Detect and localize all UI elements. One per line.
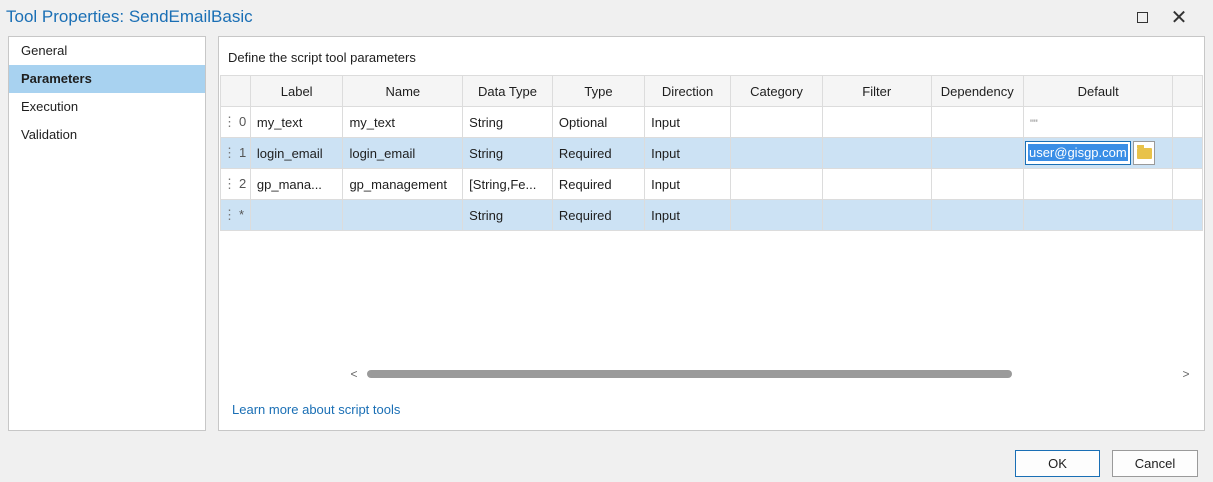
cell-filter[interactable] (821, 199, 932, 231)
browse-button[interactable] (1132, 141, 1155, 165)
row-index: * (239, 207, 245, 222)
cell-label[interactable]: gp_mana... (249, 168, 344, 200)
scrollbar-thumb[interactable] (367, 370, 1012, 378)
column-header-label[interactable]: Label (249, 75, 344, 107)
cell-data-type[interactable]: String (462, 199, 553, 231)
cell-type[interactable]: Required (551, 199, 646, 231)
cell-dependency[interactable] (930, 168, 1024, 200)
sidebar-item-label: Validation (21, 127, 78, 142)
cell-extra (1172, 137, 1203, 169)
cell-name[interactable]: my_text (342, 106, 464, 138)
cell-extra (1172, 106, 1203, 138)
sidebar-item-general[interactable]: General (9, 37, 205, 65)
row-index: 0 (239, 114, 247, 129)
learn-more-link[interactable]: Learn more about script tools (232, 402, 400, 417)
cell-type[interactable]: Required (551, 168, 646, 200)
close-icon: ✕ (1170, 6, 1188, 29)
cell-type[interactable]: Optional (551, 106, 646, 138)
maximize-button[interactable] (1128, 5, 1156, 29)
parameters-grid: Label Name Data Type Type Direction Cate… (220, 75, 1203, 386)
column-header-type[interactable]: Type (551, 75, 646, 107)
sidebar-item-execution[interactable]: Execution (9, 93, 205, 121)
cell-direction[interactable]: Input (644, 168, 732, 200)
table-row-new[interactable]: ⋮ * String Required Input (220, 199, 1203, 231)
default-value: "" (1029, 117, 1038, 130)
row-handle[interactable]: ⋮ * (220, 199, 251, 231)
scroll-right-icon[interactable]: > (1179, 365, 1193, 383)
cell-default[interactable]: user@gisgp.com (1022, 137, 1174, 169)
cell-filter[interactable] (821, 168, 932, 200)
column-header-default[interactable]: Default (1022, 75, 1174, 107)
cell-direction[interactable]: Input (644, 137, 732, 169)
cell-extra (1172, 168, 1203, 200)
cell-data-type[interactable]: String (462, 106, 553, 138)
cell-default[interactable] (1022, 168, 1174, 200)
cell-default[interactable] (1022, 199, 1174, 231)
cell-label[interactable]: my_text (249, 106, 344, 138)
row-index: 2 (239, 176, 247, 191)
cell-filter[interactable] (821, 106, 932, 138)
cancel-button[interactable]: Cancel (1112, 450, 1198, 477)
column-header-handle (220, 75, 251, 107)
close-button[interactable]: ✕ (1165, 5, 1193, 29)
drag-handle-icon[interactable]: ⋮ (223, 114, 236, 130)
default-value-text: user@gisgp.com (1027, 144, 1128, 161)
drag-handle-icon[interactable]: ⋮ (223, 176, 236, 192)
row-handle[interactable]: ⋮ 2 (220, 168, 251, 200)
column-header-filter[interactable]: Filter (821, 75, 932, 107)
scroll-left-icon[interactable]: < (347, 365, 361, 383)
cell-type[interactable]: Required (551, 137, 646, 169)
column-header-data-type[interactable]: Data Type (462, 75, 553, 107)
title-bar: Tool Properties: SendEmailBasic ✕ (0, 0, 1213, 34)
cell-name[interactable]: login_email (342, 137, 464, 169)
row-index: 1 (239, 145, 247, 160)
horizontal-scrollbar[interactable]: < > (347, 365, 1193, 383)
column-header-category[interactable]: Category (730, 75, 823, 107)
cell-default[interactable]: "" (1022, 106, 1174, 138)
sidebar-item-label: Execution (21, 99, 79, 114)
cell-category[interactable] (730, 106, 823, 138)
column-header-extra (1172, 75, 1203, 107)
table-row[interactable]: ⋮ 0 my_text my_text String Optional Input… (220, 106, 1203, 138)
cell-category[interactable] (730, 199, 823, 231)
drag-handle-icon[interactable]: ⋮ (223, 145, 236, 161)
cell-label[interactable]: login_email (249, 137, 344, 169)
maximize-icon (1136, 11, 1148, 23)
default-value-input[interactable]: user@gisgp.com (1024, 141, 1131, 165)
sidebar-item-parameters[interactable]: Parameters (9, 65, 205, 93)
drag-handle-icon[interactable]: ⋮ (223, 207, 236, 223)
table-header-row: Label Name Data Type Type Direction Cate… (220, 75, 1203, 107)
cell-data-type[interactable]: [String,Fe... (462, 168, 553, 200)
panel-heading: Define the script tool parameters (228, 50, 416, 65)
column-header-name[interactable]: Name (342, 75, 464, 107)
column-header-direction[interactable]: Direction (644, 75, 732, 107)
cell-category[interactable] (730, 168, 823, 200)
cell-filter[interactable] (821, 137, 932, 169)
cell-dependency[interactable] (930, 137, 1024, 169)
cell-dependency[interactable] (930, 106, 1024, 138)
window-title: Tool Properties: SendEmailBasic (6, 7, 253, 26)
cell-label[interactable] (249, 199, 344, 231)
parameters-panel: Define the script tool parameters Label (218, 36, 1205, 431)
parameters-table: Label Name Data Type Type Direction Cate… (220, 75, 1203, 231)
sidebar: General Parameters Execution Validation (8, 36, 206, 431)
cell-name[interactable] (342, 199, 464, 231)
cell-category[interactable] (730, 137, 823, 169)
ok-button[interactable]: OK (1015, 450, 1100, 477)
row-handle[interactable]: ⋮ 1 (220, 137, 251, 169)
cell-data-type[interactable]: String (462, 137, 553, 169)
column-header-dependency[interactable]: Dependency (930, 75, 1024, 107)
cell-extra (1172, 199, 1203, 231)
cell-dependency[interactable] (930, 199, 1024, 231)
row-handle[interactable]: ⋮ 0 (220, 106, 251, 138)
table-row[interactable]: ⋮ 2 gp_mana... gp_management [String,Fe..… (220, 168, 1203, 200)
cell-direction[interactable]: Input (644, 199, 732, 231)
cell-direction[interactable]: Input (644, 106, 732, 138)
sidebar-item-label: Parameters (21, 71, 92, 86)
sidebar-item-label: General (21, 43, 68, 58)
folder-icon (1136, 145, 1152, 159)
sidebar-item-validation[interactable]: Validation (9, 121, 205, 149)
table-row-selected[interactable]: ⋮ 1 login_email login_email String Requir… (220, 137, 1203, 169)
cell-name[interactable]: gp_management (342, 168, 464, 200)
